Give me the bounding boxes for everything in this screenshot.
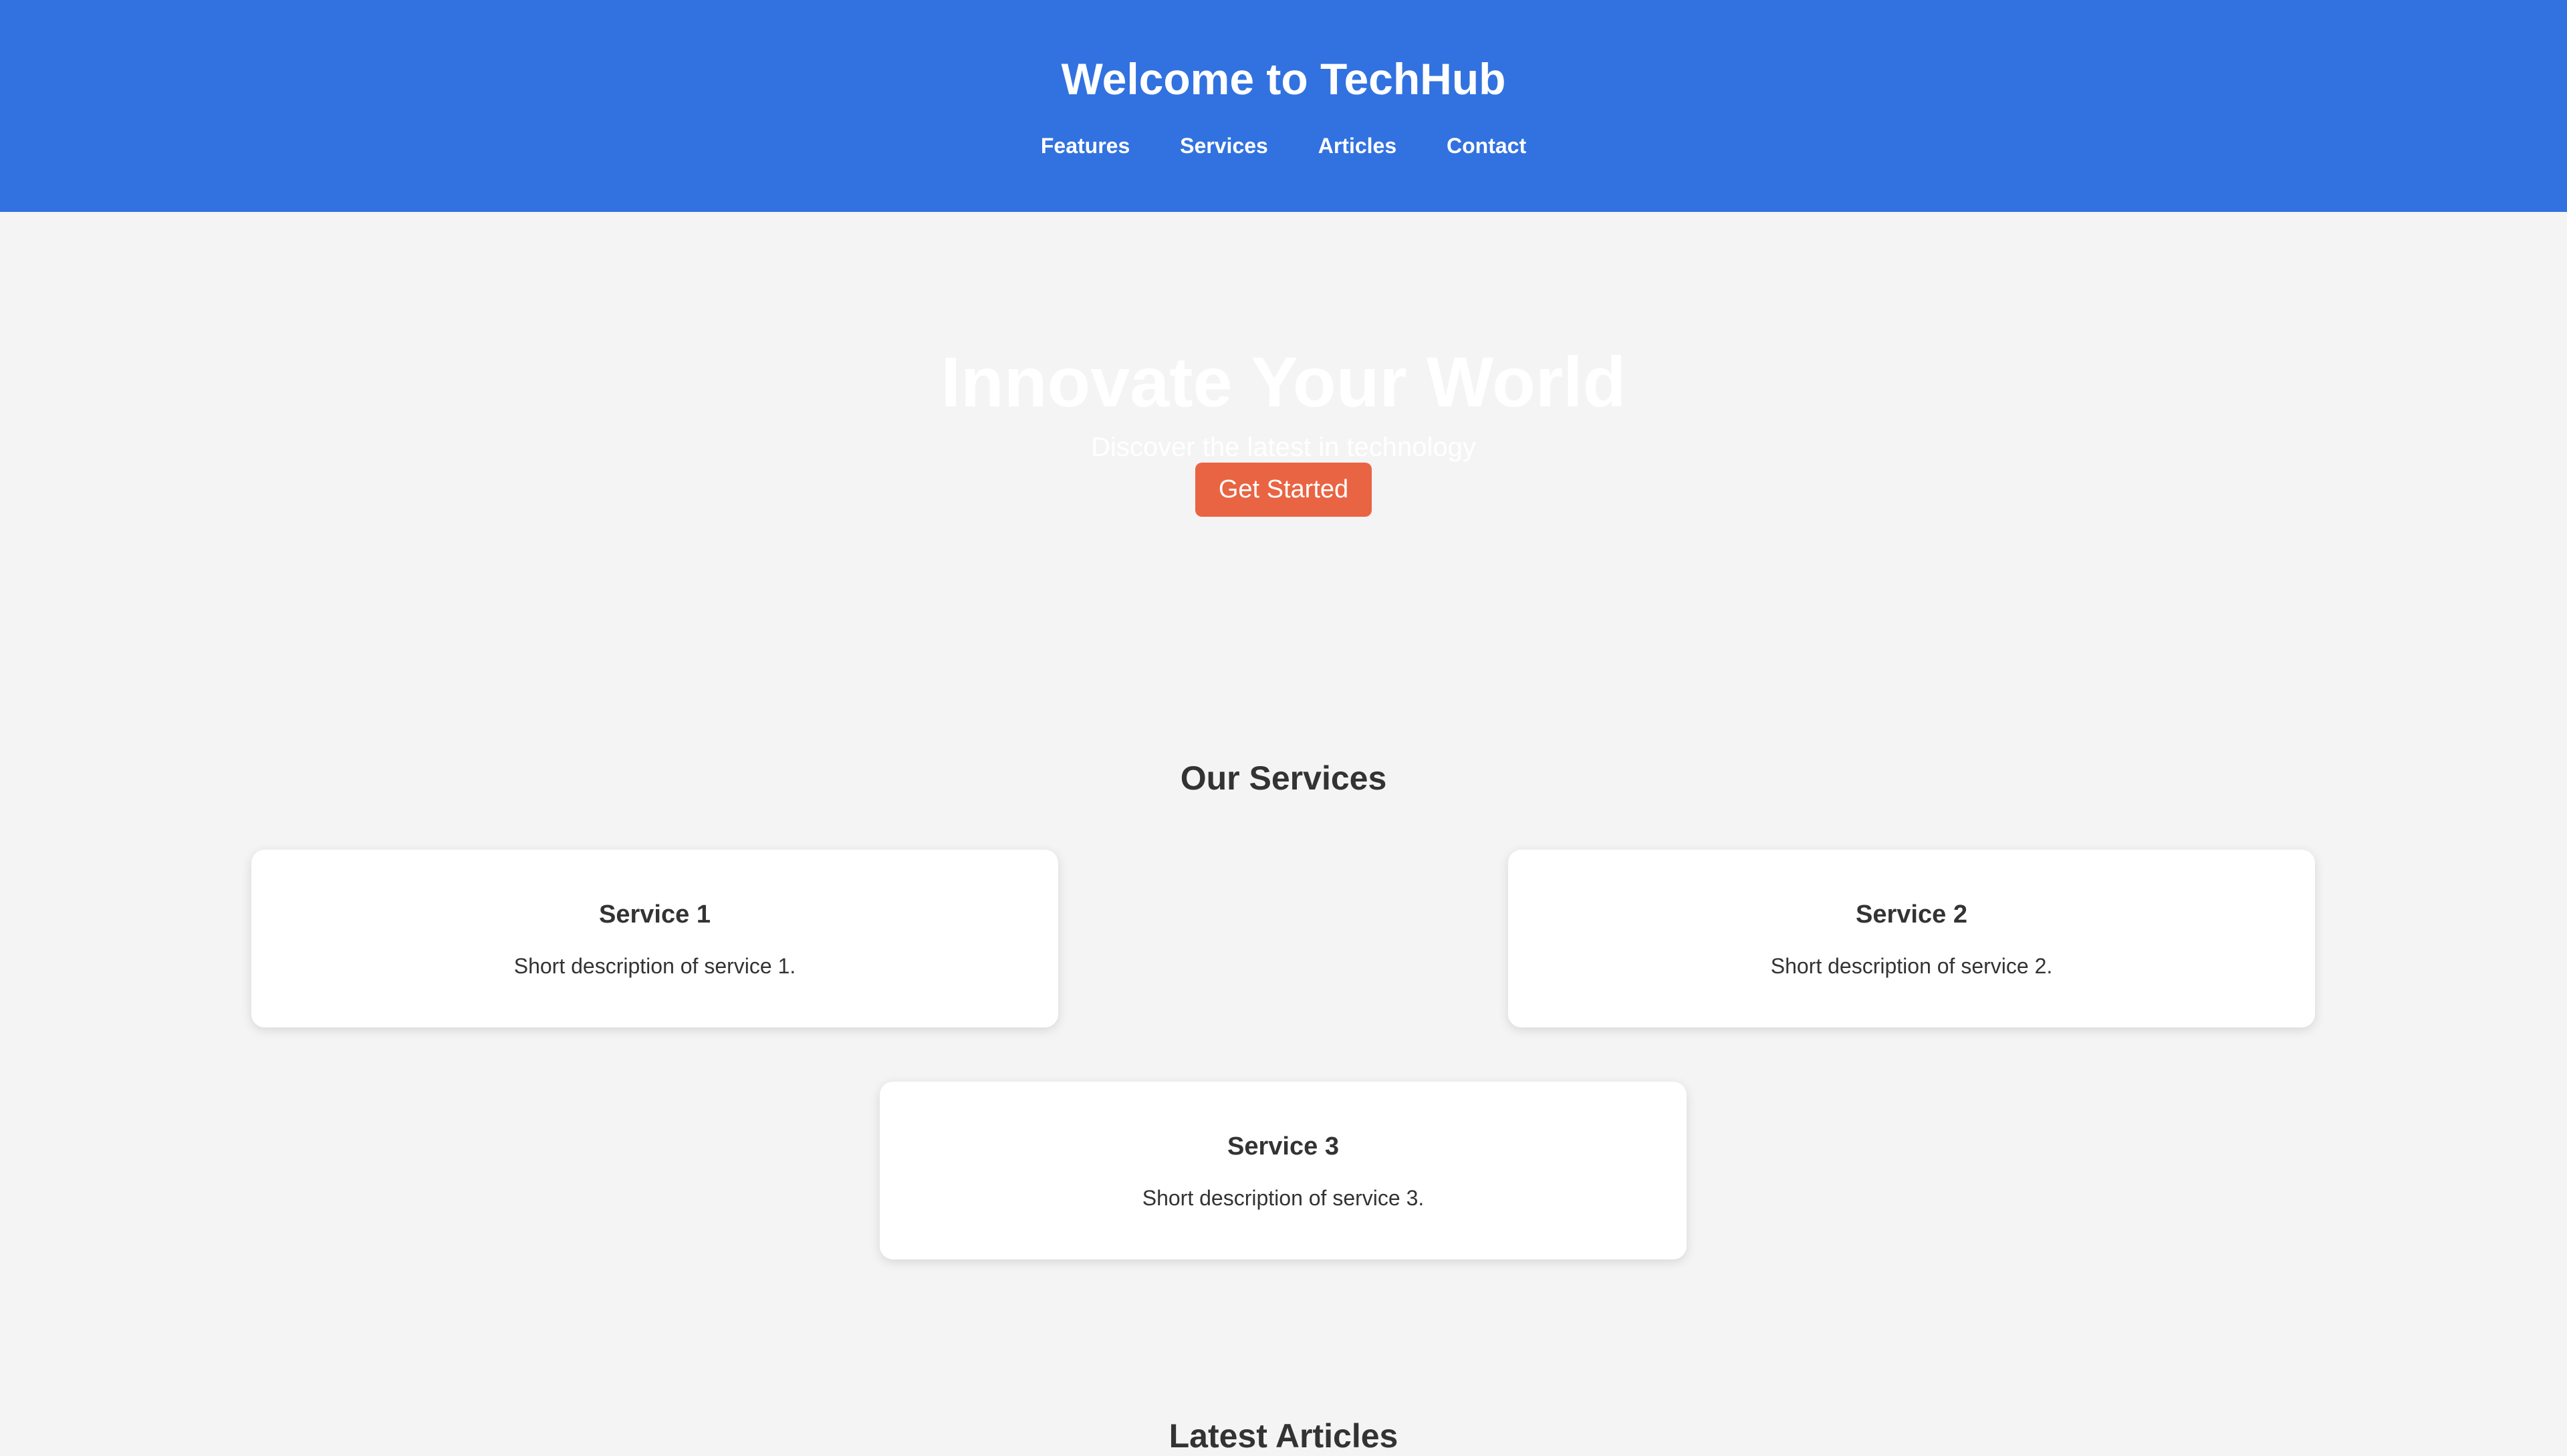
service-card-description: Short description of service 2. <box>1770 954 2053 978</box>
nav-link-services[interactable]: Services <box>1180 131 1268 160</box>
get-started-button[interactable]: Get Started <box>1195 463 1372 517</box>
service-card-title: Service 1 <box>599 900 711 929</box>
nav-link-articles[interactable]: Articles <box>1318 131 1396 160</box>
service-card-description: Short description of service 3. <box>1142 1186 1425 1210</box>
service-card: Service 2 Short description of service 2… <box>1508 850 2315 1027</box>
service-card: Service 1 Short description of service 1… <box>251 850 1058 1027</box>
articles-heading: Latest Articles <box>1169 1417 1398 1455</box>
service-card-title: Service 3 <box>1227 1132 1339 1161</box>
service-card: Service 3 Short description of service 3… <box>880 1082 1687 1259</box>
hero-subtitle: Discover the latest in technology <box>1091 433 1476 462</box>
service-card-description: Short description of service 1. <box>513 954 796 978</box>
nav-link-contact[interactable]: Contact <box>1447 131 1526 160</box>
services-heading: Our Services <box>1180 759 1387 797</box>
nav-link-features[interactable]: Features <box>1041 131 1130 160</box>
site-header: Welcome to TechHub Features Services Art… <box>0 0 2567 212</box>
hero-title: Innovate Your World <box>941 343 1626 422</box>
main-nav: Features Services Articles Contact <box>0 131 2567 160</box>
site-title: Welcome to TechHub <box>1061 54 1506 104</box>
service-card-title: Service 2 <box>1856 900 1967 929</box>
